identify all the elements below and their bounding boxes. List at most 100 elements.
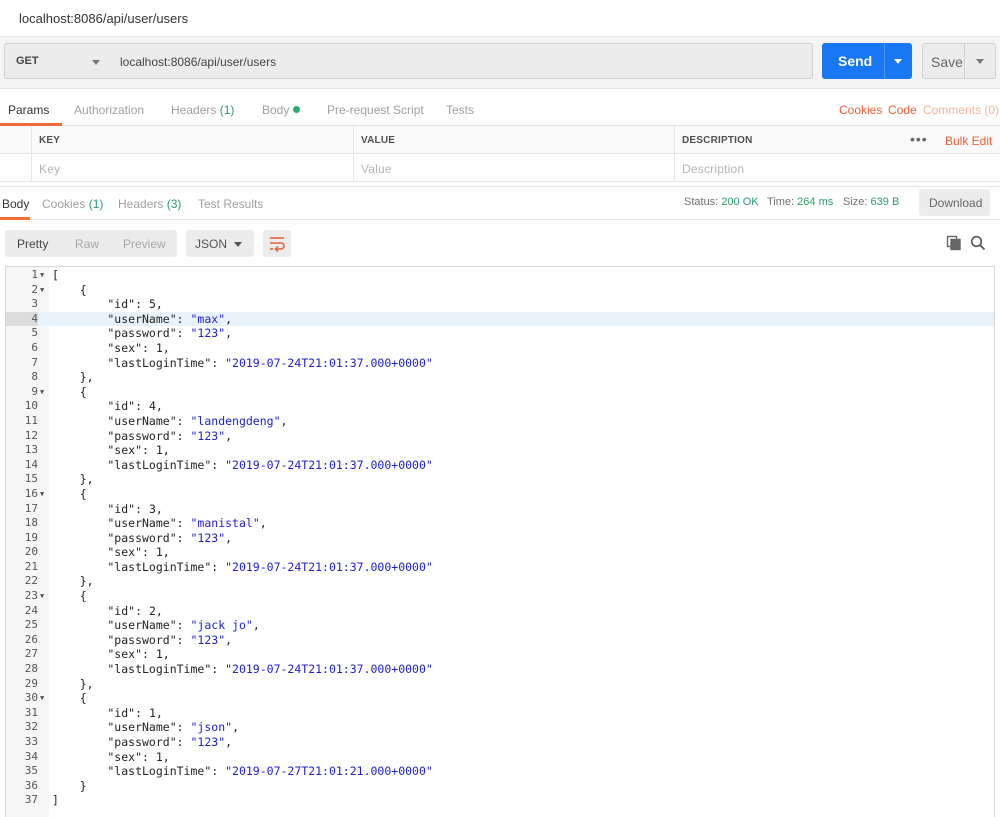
bulk-edit-link[interactable]: Bulk Edit bbox=[945, 134, 992, 148]
json-syntax: "userName": bbox=[52, 311, 191, 326]
line-number: 15 bbox=[24, 472, 38, 486]
json-syntax: " bbox=[425, 457, 433, 472]
json-syntax: " bbox=[273, 413, 281, 428]
code-line: 6 "sex": 1, bbox=[6, 340, 994, 356]
view-raw-button[interactable]: Raw bbox=[75, 237, 99, 251]
fold-arrow-icon[interactable]: ▼ bbox=[40, 268, 44, 283]
json-syntax: "password": bbox=[52, 326, 191, 341]
line-number: 18 bbox=[24, 516, 38, 530]
params-check-cell bbox=[0, 126, 31, 154]
json-value: 1 bbox=[155, 340, 163, 355]
tab-authorization[interactable]: Authorization bbox=[74, 103, 144, 117]
json-syntax: , bbox=[225, 530, 233, 545]
chevron-down-icon[interactable] bbox=[894, 59, 902, 64]
json-syntax: }, bbox=[52, 574, 94, 589]
code-text: } bbox=[52, 779, 87, 794]
json-syntax: "userName": bbox=[52, 720, 191, 735]
cookies-link[interactable]: Cookies bbox=[839, 103, 882, 117]
json-value: 1 bbox=[155, 749, 163, 764]
view-preview-button[interactable]: Preview bbox=[123, 237, 166, 251]
line-number: 16 bbox=[24, 486, 38, 500]
line-number: 29 bbox=[24, 676, 38, 690]
json-syntax: "sex": bbox=[52, 749, 156, 764]
code-text: [ bbox=[52, 268, 59, 283]
tab-headers-count: (1) bbox=[219, 103, 235, 117]
tab-prerequest-script[interactable]: Pre-request Script bbox=[327, 103, 424, 117]
line-number: 6 bbox=[31, 340, 38, 354]
json-syntax: , bbox=[280, 413, 288, 428]
fold-arrow-icon[interactable]: ▼ bbox=[40, 487, 44, 502]
format-select[interactable]: JSON bbox=[186, 230, 254, 257]
json-value: 2019-07-24T21:01:37.000+0000 bbox=[232, 355, 426, 370]
json-value: 2019-07-24T21:01:37.000+0000 bbox=[232, 559, 426, 574]
tab-params[interactable]: Params bbox=[8, 103, 49, 117]
fold-arrow-icon[interactable]: ▼ bbox=[40, 283, 44, 298]
request-tab-bar: localhost:8086/api/user/users bbox=[0, 0, 1000, 37]
json-value: jack jo bbox=[197, 618, 246, 633]
fold-arrow-icon[interactable]: ▼ bbox=[40, 385, 44, 400]
line-number: 25 bbox=[24, 618, 38, 632]
code-text: "userName": "max", bbox=[52, 312, 232, 327]
code-line: 2 ▼ { bbox=[6, 283, 994, 298]
json-value: 5 bbox=[148, 297, 156, 312]
json-syntax: " bbox=[425, 764, 433, 779]
response-tab-headers-label: Headers bbox=[118, 197, 164, 211]
json-syntax: " bbox=[425, 559, 433, 574]
download-button[interactable]: Download bbox=[919, 189, 990, 216]
json-syntax: { bbox=[52, 486, 87, 501]
send-button[interactable]: Send bbox=[822, 43, 912, 79]
response-tab-test-results[interactable]: Test Results bbox=[198, 197, 263, 211]
response-tab-cookies-label: Cookies bbox=[42, 197, 86, 211]
fold-arrow-icon[interactable]: ▼ bbox=[40, 691, 44, 706]
params-col-key: KEY bbox=[31, 126, 353, 154]
wrap-lines-button[interactable] bbox=[263, 230, 291, 257]
json-syntax: "sex": bbox=[52, 340, 156, 355]
param-description-input[interactable]: Description bbox=[674, 154, 1000, 182]
request-bar: GET localhost:8086/api/user/users Send S… bbox=[0, 37, 1000, 89]
line-number: 37 bbox=[24, 793, 38, 807]
params-table: KEY VALUE DESCRIPTION ••• Bulk Edit Key … bbox=[0, 126, 1000, 183]
copy-icon[interactable] bbox=[946, 235, 962, 251]
chevron-down-icon[interactable] bbox=[976, 59, 984, 64]
view-pretty-button[interactable]: Pretty bbox=[17, 237, 48, 251]
code-link[interactable]: Code bbox=[888, 103, 917, 117]
code-text: "id": 3, bbox=[52, 501, 162, 517]
tab-tests[interactable]: Tests bbox=[446, 103, 474, 117]
save-button[interactable]: Save bbox=[922, 43, 996, 79]
code-text: "id": 5, bbox=[52, 297, 162, 312]
json-syntax: }, bbox=[52, 676, 94, 691]
response-tab-body[interactable]: Body bbox=[2, 197, 29, 211]
code-text: { bbox=[52, 691, 87, 706]
response-tab-headers[interactable]: Headers (3) bbox=[118, 197, 181, 211]
body-indicator-dot bbox=[293, 106, 301, 113]
tab-body[interactable]: Body bbox=[262, 103, 301, 117]
code-text: "sex": 1, bbox=[52, 749, 169, 765]
code-line: 37] bbox=[6, 793, 994, 808]
url-input[interactable]: localhost:8086/api/user/users bbox=[109, 43, 813, 79]
response-body-editor[interactable]: 1 ▼[2 ▼ {3 "id": 5, 4 "userName": "max", 5 "… bbox=[5, 266, 995, 817]
tab-body-label: Body bbox=[262, 103, 290, 117]
json-code: 1 ▼[2 ▼ {3 "id": 5, 4 "userName": "max", 5 "… bbox=[6, 268, 994, 808]
json-syntax: " bbox=[252, 516, 260, 531]
wrap-lines-icon bbox=[270, 237, 285, 252]
method-select[interactable]: GET bbox=[4, 43, 110, 79]
json-value: 3 bbox=[148, 501, 156, 516]
param-key-input[interactable]: Key bbox=[31, 154, 353, 182]
code-text: }, bbox=[52, 370, 94, 385]
param-value-input[interactable]: Value bbox=[353, 154, 674, 182]
response-tab-cookies[interactable]: Cookies (1) bbox=[42, 197, 103, 211]
json-syntax: "password": bbox=[52, 428, 191, 443]
comments-link[interactable]: Comments (0) bbox=[923, 103, 999, 117]
code-line: 5 "password": "123", bbox=[6, 326, 994, 341]
more-options-icon[interactable]: ••• bbox=[910, 131, 928, 147]
fold-arrow-icon[interactable]: ▼ bbox=[40, 589, 44, 604]
search-icon[interactable] bbox=[970, 235, 986, 251]
code-text: "lastLoginTime": "2019-07-24T21:01:37.00… bbox=[52, 559, 433, 575]
line-number: 24 bbox=[24, 603, 38, 617]
size-value: 639 B bbox=[870, 196, 900, 208]
code-line: 29 }, bbox=[6, 676, 994, 692]
format-value: JSON bbox=[195, 237, 228, 251]
request-tab-title[interactable]: localhost:8086/api/user/users bbox=[19, 11, 188, 26]
tab-headers[interactable]: Headers (1) bbox=[171, 103, 234, 117]
json-syntax: { bbox=[52, 589, 87, 604]
